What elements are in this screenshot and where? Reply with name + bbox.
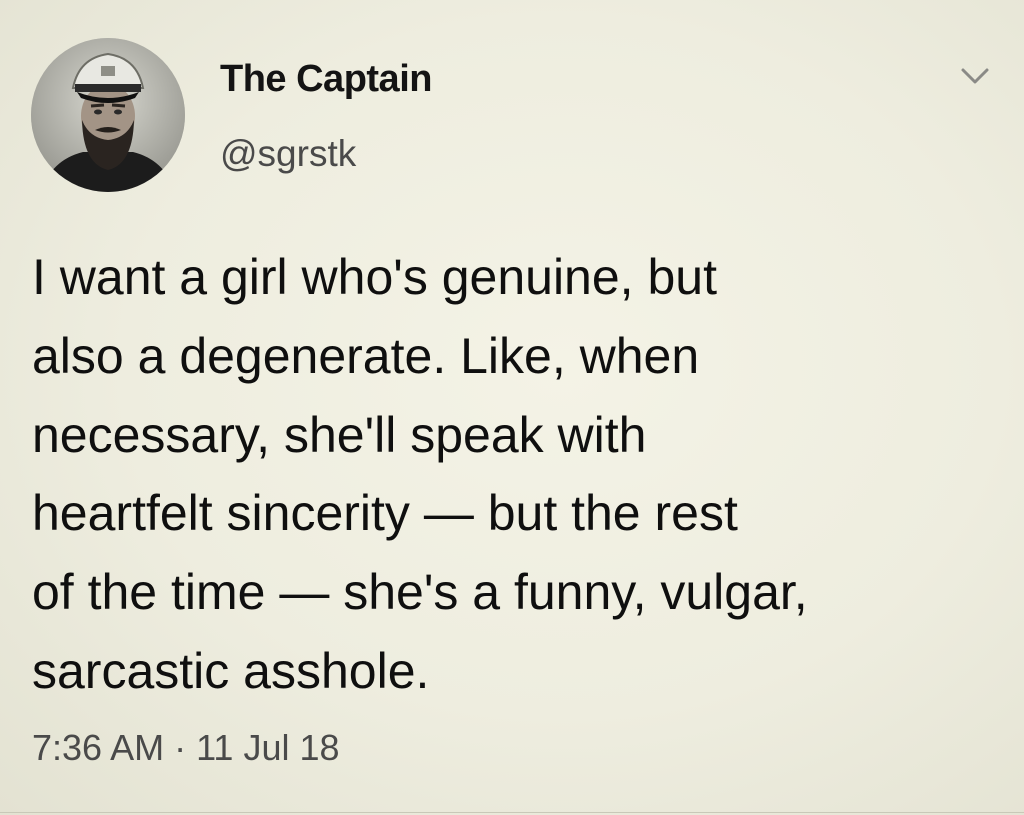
tweet-text-line: sarcastic asshole. bbox=[32, 642, 430, 699]
tweet-timestamp[interactable]: 7:36 AM · 11 Jul 18 bbox=[32, 727, 340, 769]
tweet-text: I want a girl who's genuine, but also a … bbox=[32, 238, 992, 711]
author-handle[interactable]: @sgrstk bbox=[220, 133, 356, 175]
tweet-text-line: also a degenerate. Like, when bbox=[32, 327, 700, 384]
tweet-text-line: I want a girl who's genuine, but bbox=[32, 249, 717, 305]
tweet-text-line: necessary, she'll speak with bbox=[32, 406, 647, 463]
tweet-card: The Captain @sgrstk I want a girl who's … bbox=[0, 0, 1024, 815]
avatar-photo-icon bbox=[31, 38, 185, 192]
tweet-text-line: heartfelt sincerity — but the rest bbox=[32, 485, 738, 542]
tweet-text-line: of the time — she's a funny, vulgar, bbox=[32, 564, 808, 621]
author-avatar[interactable] bbox=[31, 38, 185, 192]
divider bbox=[0, 812, 1024, 813]
chevron-down-icon[interactable] bbox=[958, 62, 992, 90]
author-display-name[interactable]: The Captain bbox=[220, 58, 432, 101]
